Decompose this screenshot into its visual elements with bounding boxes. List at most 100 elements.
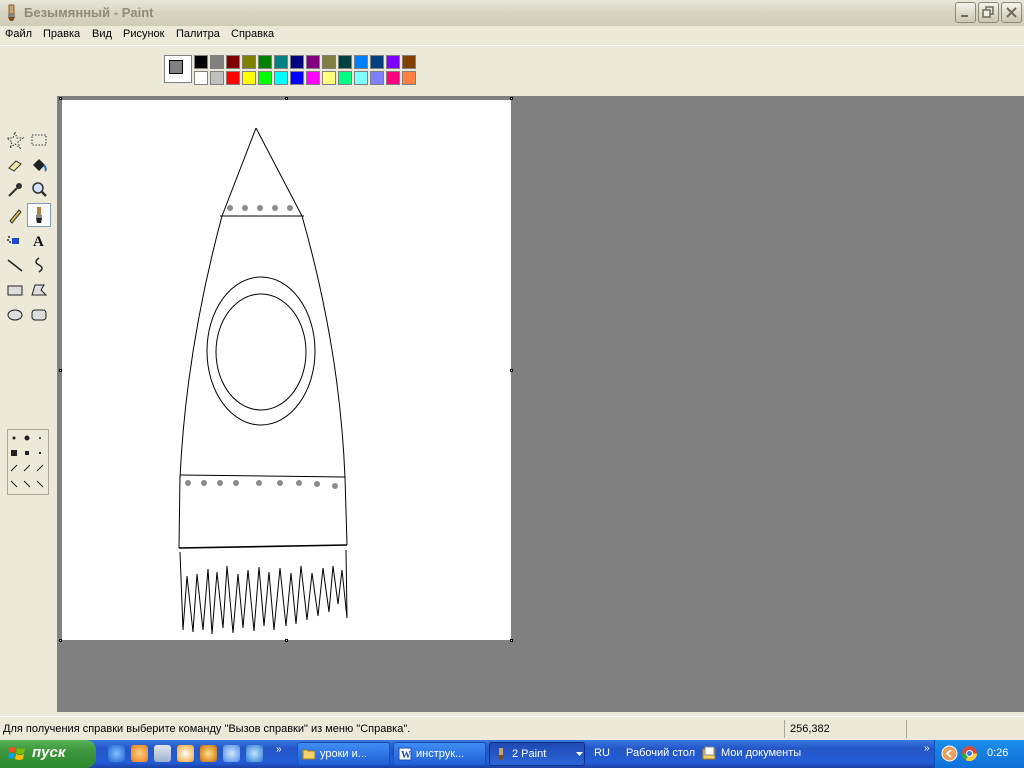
menu-edit[interactable]: Правка (43, 28, 80, 40)
free-form-select-tool[interactable] (3, 128, 27, 152)
airbrush-tool[interactable] (3, 228, 27, 252)
rivet-dot (227, 205, 233, 211)
messenger-app-icon[interactable] (246, 745, 263, 762)
rectangle-tool[interactable] (3, 278, 27, 302)
clock-app-icon[interactable] (177, 745, 194, 762)
canvas-resize-handle (59, 369, 62, 372)
palette-swatch[interactable] (386, 71, 400, 85)
palette-swatch[interactable] (338, 71, 352, 85)
canvas-resize-handle[interactable] (510, 369, 513, 372)
media-player-icon[interactable] (131, 745, 148, 762)
palette-swatch[interactable] (354, 55, 368, 69)
foreground-color[interactable] (169, 60, 183, 74)
calculator-icon[interactable] (154, 745, 171, 762)
palette-swatch[interactable] (370, 55, 384, 69)
palette-swatch[interactable] (306, 55, 320, 69)
canvas-resize-handle (59, 97, 62, 100)
pencil-tool[interactable] (3, 203, 27, 227)
svg-text:W: W (401, 750, 411, 761)
task-button-word[interactable]: W инструк... (393, 742, 486, 766)
start-label: пуск (32, 744, 66, 761)
palette-swatch[interactable] (210, 71, 224, 85)
polygon-tool[interactable] (27, 278, 51, 302)
palette-swatch[interactable] (402, 55, 416, 69)
menu-colors[interactable]: Палитра (176, 28, 220, 40)
chevron-down-icon (576, 752, 583, 756)
start-button[interactable]: пуск (0, 740, 96, 768)
status-bar: Для получения справки выберите команду "… (0, 716, 1024, 741)
rivet-dot (256, 480, 262, 486)
current-colors[interactable] (164, 55, 192, 83)
palette-swatch[interactable] (274, 55, 288, 69)
magnifier-tool[interactable] (27, 178, 51, 202)
rounded-rectangle-icon (31, 309, 47, 321)
free-form-select-icon (5, 130, 25, 150)
canvas-resize-handle (59, 639, 62, 642)
close-button[interactable] (1001, 2, 1022, 23)
canvas-resize-handle (510, 97, 513, 100)
task-button-folder[interactable]: уроки и... (297, 742, 390, 766)
internet-explorer-icon[interactable] (108, 745, 125, 762)
line-tool[interactable] (3, 253, 27, 277)
palette-swatch[interactable] (354, 71, 368, 85)
palette-swatch[interactable] (258, 55, 272, 69)
menu-view[interactable]: Вид (92, 28, 112, 40)
canvas-resize-handle[interactable] (285, 639, 288, 642)
tray-expand-icon[interactable] (941, 745, 958, 762)
chrome-tray-icon[interactable] (961, 745, 978, 762)
palette-swatch[interactable] (322, 55, 336, 69)
email-app-icon[interactable] (223, 745, 240, 762)
brush-shape-options[interactable] (7, 429, 49, 495)
palette-swatch[interactable] (258, 71, 272, 85)
menu-image[interactable]: Рисунок (123, 28, 165, 40)
tiger-app-icon[interactable] (200, 745, 217, 762)
language-indicator[interactable]: RU (594, 747, 610, 759)
curve-tool[interactable] (27, 253, 51, 277)
palette-swatch[interactable] (242, 71, 256, 85)
menu-bar: Файл Правка Вид Рисунок Палитра Справка (0, 26, 1024, 45)
ellipse-tool[interactable] (3, 303, 27, 327)
canvas-resize-handle[interactable] (510, 639, 513, 642)
palette-swatch[interactable] (226, 55, 240, 69)
palette-swatch[interactable] (306, 71, 320, 85)
magnifier-icon (32, 182, 47, 197)
rounded-rectangle-tool[interactable] (27, 303, 51, 327)
palette-swatch[interactable] (226, 71, 240, 85)
pick-color-tool[interactable] (3, 178, 27, 202)
task-button-paint[interactable]: 2 Paint (489, 742, 585, 766)
drawing-canvas[interactable] (62, 100, 511, 640)
quick-launch-more-icon[interactable]: » (276, 744, 282, 755)
airbrush-icon (7, 236, 19, 244)
paint-icon (498, 748, 504, 760)
rivet-dot (201, 480, 207, 486)
eyedropper-icon (8, 183, 22, 197)
menu-help[interactable]: Справка (231, 28, 274, 40)
palette-swatch[interactable] (322, 71, 336, 85)
palette-swatch[interactable] (210, 55, 224, 69)
palette-swatch[interactable] (338, 55, 352, 69)
fill-with-color-tool[interactable] (27, 153, 51, 177)
palette-swatch[interactable] (274, 71, 288, 85)
restore-button[interactable] (978, 2, 999, 23)
palette-swatch[interactable] (242, 55, 256, 69)
desktop-toolbar-link[interactable]: Рабочий стол (626, 747, 695, 759)
palette-swatch[interactable] (370, 71, 384, 85)
palette-swatch[interactable] (290, 55, 304, 69)
palette-swatch[interactable] (402, 71, 416, 85)
palette-swatch[interactable] (386, 55, 400, 69)
my-documents-link[interactable]: Мои документы (721, 747, 801, 759)
select-tool[interactable] (27, 128, 51, 152)
line-icon (7, 259, 23, 272)
brush-tool[interactable] (27, 203, 51, 227)
text-tool[interactable]: A (27, 228, 51, 252)
palette-swatch[interactable] (290, 71, 304, 85)
palette-swatch[interactable] (194, 71, 208, 85)
toolbar-more-icon[interactable]: » (924, 743, 930, 754)
eraser-tool[interactable] (3, 153, 27, 177)
menu-file[interactable]: Файл (5, 28, 32, 40)
minimize-button[interactable] (955, 2, 976, 23)
palette-swatch[interactable] (194, 55, 208, 69)
brush-shapes-icon (10, 435, 44, 488)
svg-text:A: A (33, 234, 44, 250)
title-bar[interactable]: Безымянный - Paint (0, 0, 1024, 27)
